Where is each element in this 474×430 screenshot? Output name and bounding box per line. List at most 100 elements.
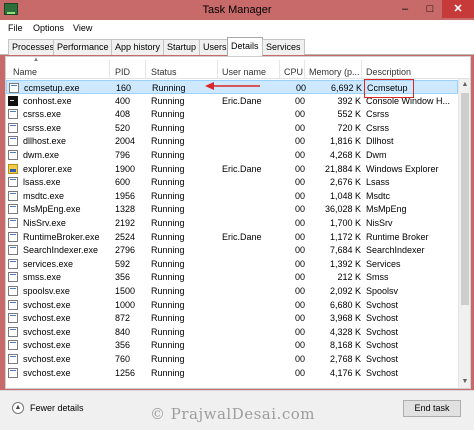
table-row[interactable]: SearchIndexer.exe 2796 Running 00 7,684 K Sea… <box>6 243 458 257</box>
process-name-cell: spoolsv.exe <box>23 286 70 296</box>
description-cell: Dwm <box>366 150 387 160</box>
memory-cell: 552 K <box>337 109 361 120</box>
vertical-scrollbar[interactable]: ▲ ▼ <box>458 79 470 388</box>
column-divider[interactable] <box>361 60 362 78</box>
user-name-cell: Eric.Dane <box>222 231 262 242</box>
process-name-cell: NisSrv.exe <box>23 218 66 228</box>
table-row[interactable]: svchost.exe 872 Running 00 3,968 K Svchost <box>6 311 458 325</box>
pid-cell: 1256 <box>115 367 136 378</box>
cpu-cell: 00 <box>294 326 305 337</box>
memory-cell: 4,328 K <box>329 326 361 337</box>
table-row[interactable]: dwm.exe 796 Running 00 4,268 K Dwm <box>6 148 458 162</box>
table-row[interactable]: spoolsv.exe 1500 Running 00 2,092 K Spoolsv <box>6 284 458 298</box>
tab-startup[interactable]: Startup <box>163 39 201 55</box>
user-name-cell <box>222 325 282 339</box>
table-row[interactable]: svchost.exe 1256 Running 00 4,176 K Svchost <box>6 366 458 380</box>
tab-processes[interactable]: Processes <box>8 39 59 55</box>
fewer-details-link[interactable]: Fewer details <box>30 403 84 413</box>
maximize-button[interactable]: □ <box>418 0 442 18</box>
window-icon <box>9 83 19 93</box>
tab-services[interactable]: Services <box>262 39 305 55</box>
cpu-cell: 00 <box>294 163 305 174</box>
pid-cell: 760 <box>115 354 131 364</box>
column-divider[interactable] <box>217 60 218 78</box>
scroll-thumb[interactable] <box>461 93 469 305</box>
cpu-cell: 00 <box>294 354 305 364</box>
memory-cell: 1,172 K <box>329 231 361 242</box>
cpu-cell: 00 <box>294 95 305 106</box>
process-name-cell: svchost.exe <box>23 299 71 310</box>
cpu-cell: 00 <box>294 313 305 324</box>
memory-cell: 4,176 K <box>329 367 361 378</box>
window-icon <box>8 354 18 364</box>
tab-app-history[interactable]: App history <box>111 39 165 55</box>
window-icon <box>8 231 18 242</box>
status-cell: Running <box>151 150 185 160</box>
table-row[interactable]: svchost.exe 1000 Running 00 6,680 K Svchost <box>6 298 458 312</box>
menu-options[interactable]: Options <box>33 23 64 33</box>
memory-cell: 7,684 K <box>329 245 361 256</box>
scroll-up-icon[interactable]: ▲ <box>459 79 471 91</box>
tab-performance[interactable]: Performance <box>53 39 113 55</box>
description-cell: SearchIndexer <box>366 245 425 256</box>
table-row[interactable]: smss.exe 356 Running 00 212 K Smss <box>6 270 458 284</box>
table-row[interactable]: services.exe 592 Running 00 1,392 K Services <box>6 257 458 271</box>
chevron-up-icon[interactable]: ▲ <box>12 402 24 414</box>
description-cell: Windows Explorer <box>366 163 439 174</box>
memory-cell: 1,392 K <box>329 258 361 269</box>
description-cell: Services <box>366 258 401 269</box>
status-cell: Running <box>151 204 185 215</box>
user-name-cell <box>222 352 282 366</box>
memory-cell: 392 K <box>337 95 361 106</box>
minimize-button[interactable]: – <box>393 0 417 18</box>
cpu-cell: 00 <box>294 299 305 310</box>
table-row[interactable]: svchost.exe 840 Running 00 4,328 K Svchost <box>6 325 458 339</box>
column-divider[interactable] <box>304 60 305 78</box>
user-name-cell <box>222 134 282 148</box>
end-task-button[interactable]: End task <box>403 400 461 417</box>
table-row[interactable]: dllhost.exe 2004 Running 00 1,816 K Dllhost <box>6 134 458 148</box>
cpu-cell: 00 <box>294 218 305 228</box>
tab-users[interactable]: Users <box>199 39 231 55</box>
annotation-arrow <box>205 82 260 90</box>
cpu-cell: 00 <box>294 258 305 269</box>
table-row[interactable]: csrss.exe 408 Running 00 552 K Csrss <box>6 107 458 121</box>
process-name-cell: svchost.exe <box>23 354 71 364</box>
scroll-down-icon[interactable]: ▼ <box>459 376 471 388</box>
window-icon <box>8 272 18 283</box>
memory-cell: 2,676 K <box>329 177 361 188</box>
table-row[interactable]: lsass.exe 600 Running 00 2,676 K Lsass <box>6 175 458 189</box>
menu-view[interactable]: View <box>73 23 92 33</box>
table-row[interactable]: RuntimeBroker.exe 2524 Running Eric.Dane 00 1… <box>6 230 458 244</box>
description-cell: Svchost <box>366 367 399 378</box>
table-row[interactable]: svchost.exe 356 Running 00 8,168 K Svchost <box>6 338 458 352</box>
column-divider[interactable] <box>109 60 110 78</box>
memory-cell: 1,048 K <box>329 190 361 201</box>
table-row[interactable]: NisSrv.exe 2192 Running 00 1,700 K NisSrv <box>6 216 458 230</box>
description-cell: Lsass <box>366 177 390 188</box>
description-cell: Csrss <box>366 109 389 120</box>
table-row[interactable]: csrss.exe 520 Running 00 720 K Csrss <box>6 121 458 135</box>
table-row[interactable]: svchost.exe 760 Running 00 2,768 K Svchost <box>6 352 458 366</box>
window-icon <box>8 258 18 269</box>
status-cell: Running <box>151 190 185 201</box>
column-divider[interactable] <box>279 60 280 78</box>
process-name-cell: csrss.exe <box>23 122 62 133</box>
table-row[interactable]: msdtc.exe 1956 Running 00 1,048 K Msdtc <box>6 189 458 203</box>
pid-cell: 1956 <box>115 190 136 201</box>
window-icon <box>8 190 18 201</box>
description-cell: Spoolsv <box>366 286 399 296</box>
pid-cell: 2796 <box>115 245 136 256</box>
close-button[interactable]: ✕ <box>442 0 474 18</box>
column-divider[interactable] <box>145 60 146 78</box>
table-row[interactable]: MsMpEng.exe 1328 Running 00 36,028 K MsMpEng <box>6 202 458 216</box>
menu-file[interactable]: File <box>8 23 23 33</box>
table-row[interactable]: explorer.exe 1900 Running Eric.Dane 00 21,884… <box>6 162 458 176</box>
task-manager-window: Task Manager – □ ✕ File Options View Pro… <box>0 0 474 430</box>
cpu-cell: 00 <box>294 272 305 283</box>
user-name-cell <box>222 366 282 380</box>
window-icon <box>8 109 18 120</box>
status-cell: Running <box>151 326 185 337</box>
tab-details[interactable]: Details <box>227 37 263 56</box>
status-cell: Running <box>151 286 185 296</box>
